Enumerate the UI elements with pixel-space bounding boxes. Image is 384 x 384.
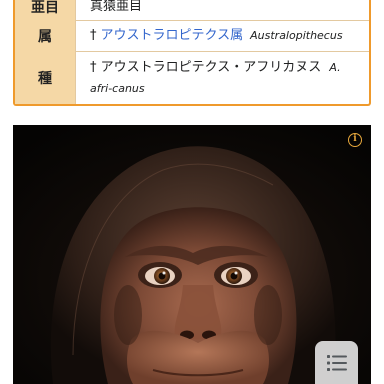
genus-link[interactable]: アウストラロピテクス属 (101, 27, 244, 45)
article-page: 亜目 真猿亜目 属 † アウストラロピテクス属 Australopithecus… (0, 0, 384, 384)
species-text: † アウストラロピテクス・アフリカヌス A. afri-canus (90, 56, 360, 99)
taxobox-row-species: 種 † アウストラロピテクス・アフリカヌス A. afri-canus (15, 51, 369, 104)
info-icon[interactable]: i (348, 133, 362, 147)
extinct-dagger: † (90, 60, 97, 75)
extinct-dagger: † (90, 27, 97, 43)
list-icon (326, 354, 347, 371)
rank-label: 属 (15, 20, 76, 51)
table-of-contents-button[interactable] (315, 341, 358, 384)
suborder-name: 真猿亜目 (90, 0, 143, 14)
taxobox-row-genus: 属 † アウストラロピテクス属 Australopithecus (15, 20, 369, 52)
rank-value: 真猿亜目 (76, 0, 369, 20)
taxobox: 亜目 真猿亜目 属 † アウストラロピテクス属 Australopithecus… (13, 0, 371, 106)
rank-label: 種 (15, 51, 76, 104)
species-name: アウストラロピテクス・アフリカヌス (100, 60, 322, 75)
rank-label: 亜目 (15, 0, 76, 20)
taxobox-row-suborder: 亜目 真猿亜目 (15, 0, 369, 21)
rank-value: † アウストラロピテクス・アフリカヌス A. afri-canus (76, 51, 369, 104)
rank-value: † アウストラロピテクス属 Australopithecus (76, 20, 369, 51)
genus-latin-name: Australopithecus (250, 28, 343, 42)
